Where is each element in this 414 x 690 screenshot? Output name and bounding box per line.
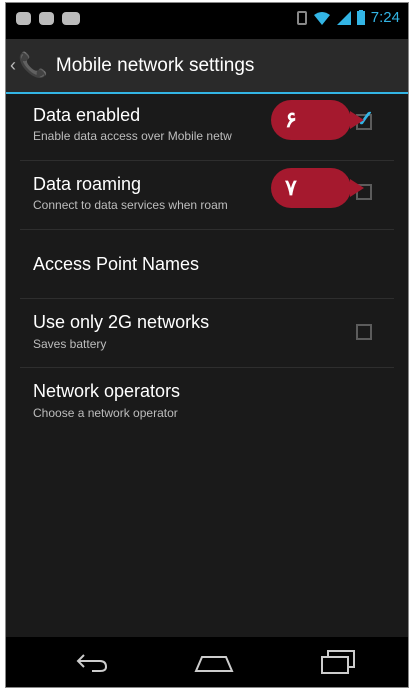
settings-list: Data enabled Enable data access over Mob… xyxy=(6,94,408,434)
pointer-arrow xyxy=(350,111,364,129)
use-2g-checkbox[interactable] xyxy=(356,324,372,340)
setting-summary: Connect to data services when roam xyxy=(33,198,228,212)
notification-icon xyxy=(16,12,31,25)
annotation-number: ۷ xyxy=(285,175,297,200)
up-caret-icon[interactable]: ‹ xyxy=(10,55,16,76)
annotation-badge-7: ۷ xyxy=(271,168,364,208)
setting-summary: Saves battery xyxy=(33,337,107,351)
page-title: Mobile network settings xyxy=(55,54,255,76)
setting-title: Access Point Names xyxy=(33,254,200,274)
setting-summary: Choose a network operator xyxy=(33,406,178,420)
phone-screen: 7:24 ‹ 📞 Mobile network settings Data en… xyxy=(5,2,409,688)
wifi-icon xyxy=(313,11,330,25)
setting-use-only-2g[interactable]: Use only 2G networks Saves battery xyxy=(20,299,394,368)
phone-icon[interactable]: 📞 xyxy=(18,51,48,80)
clock: 7:24 xyxy=(370,9,400,26)
setting-title: Data enabled xyxy=(33,105,141,125)
back-icon[interactable] xyxy=(72,647,112,677)
signal-icon xyxy=(336,10,351,25)
notification-icon xyxy=(62,12,80,25)
annotation-badge-6: ۶ xyxy=(271,100,364,140)
navigation-bar xyxy=(6,637,408,687)
setting-access-point-names[interactable]: Access Point Names xyxy=(20,230,394,299)
sim-icon xyxy=(296,10,307,25)
setting-network-operators[interactable]: Network operators Choose a network opera… xyxy=(20,368,394,434)
status-bar: 7:24 xyxy=(6,3,408,39)
pointer-arrow xyxy=(350,179,364,197)
recent-apps-icon[interactable] xyxy=(318,647,358,677)
battery-icon xyxy=(356,10,365,25)
setting-title: Use only 2G networks xyxy=(33,312,210,332)
setting-title: Data roaming xyxy=(33,174,142,194)
status-icons: 7:24 xyxy=(296,9,400,26)
action-bar: ‹ 📞 Mobile network settings xyxy=(6,39,408,94)
setting-title: Network operators xyxy=(33,381,181,401)
setting-summary: Enable data access over Mobile netw xyxy=(33,129,232,143)
notification-icon xyxy=(39,12,54,25)
notification-icons xyxy=(16,12,80,25)
annotation-number: ۶ xyxy=(285,107,297,132)
home-icon[interactable] xyxy=(192,647,236,677)
